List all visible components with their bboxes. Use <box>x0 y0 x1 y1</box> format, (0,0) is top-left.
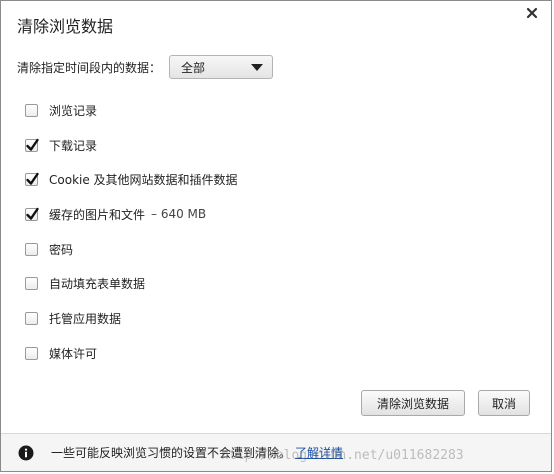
option-passwords[interactable]: 密码 <box>25 232 238 267</box>
option-label: 浏览记录 <box>49 103 98 118</box>
option-media-licenses[interactable]: 媒体许可 <box>25 336 238 371</box>
option-label: 缓存的图片和文件 <box>49 207 146 222</box>
checkbox-passwords[interactable] <box>25 242 38 256</box>
option-browsing-history[interactable]: 浏览记录 <box>25 93 238 128</box>
time-range-row: 清除指定时间段内的数据： 全部 <box>17 54 274 80</box>
time-range-selected-value: 全部 <box>181 60 206 75</box>
data-type-options: 浏览记录 下载记录 Cookie 及其他网站数据和插件数据 缓存的图片和文件 –… <box>25 93 238 371</box>
checkmark-icon <box>26 207 39 220</box>
checkbox-cookies[interactable] <box>25 173 39 187</box>
option-autofill[interactable]: 自动填充表单数据 <box>25 266 238 301</box>
dialog-buttons: 清除浏览数据 取消 <box>361 390 530 416</box>
option-label: 托管应用数据 <box>49 311 122 326</box>
footer-text: 一些可能反映浏览习惯的设置不会遭到清除。 <box>51 446 292 460</box>
checkmark-icon <box>26 173 39 185</box>
footer-info-bar: 一些可能反映浏览习惯的设置不会遭到清除。 了解详情 <box>1 433 551 471</box>
cancel-button[interactable]: 取消 <box>478 390 530 416</box>
option-cache[interactable]: 缓存的图片和文件 – 640 MB <box>25 197 238 232</box>
learn-more-link[interactable]: 了解详情 <box>295 444 343 461</box>
cache-size: – 640 MB <box>151 207 207 222</box>
option-label: 自动填充表单数据 <box>49 277 146 292</box>
option-label: 下载记录 <box>49 138 98 153</box>
info-icon <box>18 445 34 460</box>
dialog-title: 清除浏览数据 <box>17 17 114 36</box>
option-download-history[interactable]: 下载记录 <box>25 128 238 163</box>
clear-browsing-data-button[interactable]: 清除浏览数据 <box>361 390 465 416</box>
option-label: 媒体许可 <box>49 346 98 361</box>
checkbox-browsing-history[interactable] <box>25 103 38 117</box>
checkbox-autofill[interactable] <box>25 277 38 291</box>
checkbox-media-licenses[interactable] <box>25 346 38 360</box>
option-cookies[interactable]: Cookie 及其他网站数据和插件数据 <box>25 162 238 197</box>
option-label: Cookie 及其他网站数据和插件数据 <box>49 173 238 188</box>
clear-browsing-data-dialog: 清除浏览数据 清除指定时间段内的数据： 全部 浏览记录 下载记录 Cookie … <box>0 0 552 472</box>
checkbox-download-history[interactable] <box>25 138 39 152</box>
checkbox-cache[interactable] <box>25 207 39 221</box>
close-icon[interactable] <box>525 6 539 20</box>
time-range-label: 清除指定时间段内的数据： <box>17 60 162 75</box>
checkmark-icon <box>26 138 39 151</box>
chevron-down-icon <box>251 63 264 71</box>
time-range-select[interactable]: 全部 <box>169 55 274 79</box>
option-hosted-app-data[interactable]: 托管应用数据 <box>25 301 238 336</box>
checkbox-hosted-app-data[interactable] <box>25 311 38 325</box>
option-label: 密码 <box>49 242 74 257</box>
